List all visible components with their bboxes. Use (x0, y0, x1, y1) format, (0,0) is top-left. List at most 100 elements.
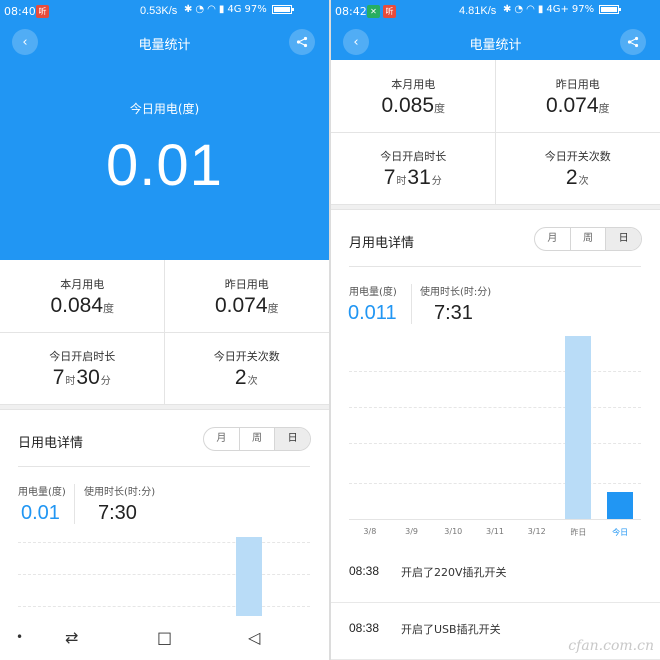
yesterday-usage-label: 昨日用电 (224, 278, 269, 291)
month-usage-unit: 度 (434, 102, 446, 115)
switch-count-label: 今日开关次数 (544, 150, 611, 163)
yesterday-usage-unit: 度 (267, 302, 279, 315)
stats-grid: 本月用电 0.085度 昨日用电 0.074度 今日开启时长 7时31分 今日开… (331, 60, 660, 204)
detail-title: 日用电详情 (18, 436, 84, 451)
month-usage-cell: 本月用电 0.085度 (331, 60, 496, 132)
detail-divider (18, 466, 310, 467)
on-duration-label: 今日开启时长 (380, 150, 447, 163)
month-usage-label: 本月用电 (391, 78, 436, 91)
chart-axis (349, 519, 641, 520)
network-speed: 4.81K/s (459, 5, 497, 17)
month-usage-unit: 度 (103, 302, 115, 315)
on-hours-value: 7 (52, 366, 65, 389)
period-segmented-control: 月 周 日 (203, 427, 311, 451)
duration-value: 7:30 (98, 502, 137, 524)
duration-value: 7:31 (434, 302, 473, 324)
stats-grid: 本月用电 0.084度 昨日用电 0.074度 今日开启时长 7时30分 今日开… (0, 260, 329, 404)
log-item[interactable]: 08:38 开启了220V插孔开关 (331, 546, 660, 603)
log-time: 08:38 (349, 564, 380, 578)
tab-day[interactable]: 日 (275, 428, 310, 450)
yesterday-usage-cell: 昨日用电 0.074度 (165, 260, 330, 332)
status-icons: ✱ ◔ ◠ ▮ 4G+ 97% (503, 4, 622, 15)
chart-x-tick-label[interactable]: 3/12 (517, 527, 557, 536)
switch-count-label: 今日开关次数 (213, 350, 280, 363)
switch-count-cell: 今日开关次数 2次 (496, 132, 660, 204)
month-usage-value: 0.084 (50, 294, 104, 317)
chart-bar-yesterday (236, 537, 262, 617)
page-title: 电量统计 (138, 38, 191, 53)
chart-gridline (18, 606, 310, 607)
share-button[interactable] (289, 29, 315, 55)
bluetooth-icon: ✱ (503, 4, 512, 15)
wifi-icon: ◠ (207, 4, 216, 15)
right-phone-screen: 08:42 ✕ 听 4.81K/s ✱ ◔ ◠ ▮ 4G+ 97% ‹ 电量统计… (331, 0, 660, 660)
usage-value: 0.01 (21, 502, 60, 524)
wifi-icon: ◠ (526, 4, 535, 15)
section-gap (331, 204, 660, 210)
tab-week[interactable]: 周 (571, 228, 607, 250)
chart-x-tick-label[interactable]: 3/10 (433, 527, 473, 536)
nav-dot-icon[interactable]: • (16, 630, 23, 644)
duration-label: 使用时长(时:分) (420, 287, 492, 298)
usage-separator (411, 284, 412, 324)
watermark: cfan.com.cn (568, 638, 654, 654)
today-usage-value: 0.01 (106, 133, 223, 198)
on-minutes-unit: 分 (431, 176, 442, 187)
chart-gridline (18, 574, 310, 575)
detail-divider (349, 266, 641, 267)
chart-bar (565, 336, 592, 519)
tab-month[interactable]: 月 (204, 428, 240, 450)
on-hours-unit: 时 (65, 376, 76, 387)
period-segmented-control: 月 周 日 (534, 227, 642, 251)
on-hours-value: 7 (383, 166, 396, 189)
on-minutes-value: 31 (407, 166, 431, 189)
battery-icon (271, 5, 294, 14)
home-icon[interactable]: □ (157, 628, 172, 647)
stats-divider-h (0, 332, 329, 333)
yesterday-usage-unit: 度 (598, 102, 610, 115)
usage-separator (74, 484, 75, 524)
on-duration-cell: 今日开启时长 7时31分 (331, 132, 496, 204)
chart-x-tick-label[interactable]: 3/9 (392, 527, 432, 536)
battery-percent: 97% (571, 4, 595, 15)
usage-label: 用电量(度) (349, 287, 397, 298)
signal-icon: ▮ (218, 4, 225, 15)
log-text: 开启了220V插孔开关 (401, 566, 507, 579)
tab-month[interactable]: 月 (535, 228, 571, 250)
detail-title: 月用电详情 (349, 236, 415, 251)
network-speed: 0.53K/s (140, 5, 178, 17)
chart-x-tick-label[interactable]: 3/8 (350, 527, 390, 536)
switch-icon[interactable]: ⇄ (65, 628, 78, 647)
status-time: 08:40 (4, 5, 36, 18)
status-time: 08:42 (335, 5, 367, 18)
month-usage-value: 0.085 (381, 94, 435, 117)
switch-count-cell: 今日开关次数 2次 (165, 332, 330, 404)
bluetooth-icon: ✱ (184, 4, 193, 15)
usage-value: 0.011 (348, 302, 397, 324)
log-text: 开启了USB插孔开关 (401, 623, 501, 636)
status-bar: 08:42 ✕ 听 4.81K/s ✱ ◔ ◠ ▮ 4G+ 97% (331, 0, 660, 24)
yesterday-usage-label: 昨日用电 (555, 78, 600, 91)
yesterday-usage-cell: 昨日用电 0.074度 (496, 60, 660, 132)
chart-bar (607, 491, 634, 519)
chart-gridline (349, 443, 641, 444)
tab-week[interactable]: 周 (240, 428, 276, 450)
notification-badge: 听 (36, 5, 49, 18)
signal-icon: ▮ (537, 4, 544, 15)
back-nav-icon[interactable]: ◁ (248, 628, 260, 647)
chart-gridline (349, 371, 641, 372)
share-button[interactable] (620, 29, 646, 55)
today-usage-label: 今日用电(度) (129, 102, 200, 116)
alarm-icon: ◔ (514, 4, 524, 15)
on-minutes-unit: 分 (100, 376, 111, 387)
switch-count-value: 2 (234, 366, 247, 389)
chart-x-tick-label[interactable]: 昨日 (558, 527, 598, 538)
network-type: 4G (227, 4, 242, 15)
chart-x-tick-label[interactable]: 今日 (600, 527, 640, 538)
battery-percent: 97% (244, 4, 267, 15)
yesterday-usage-value: 0.074 (545, 94, 599, 117)
tab-day[interactable]: 日 (606, 228, 641, 250)
usage-label: 用电量(度) (18, 487, 66, 498)
chart-x-tick-label[interactable]: 3/11 (475, 527, 515, 536)
notification-badge: 听 (383, 5, 396, 18)
